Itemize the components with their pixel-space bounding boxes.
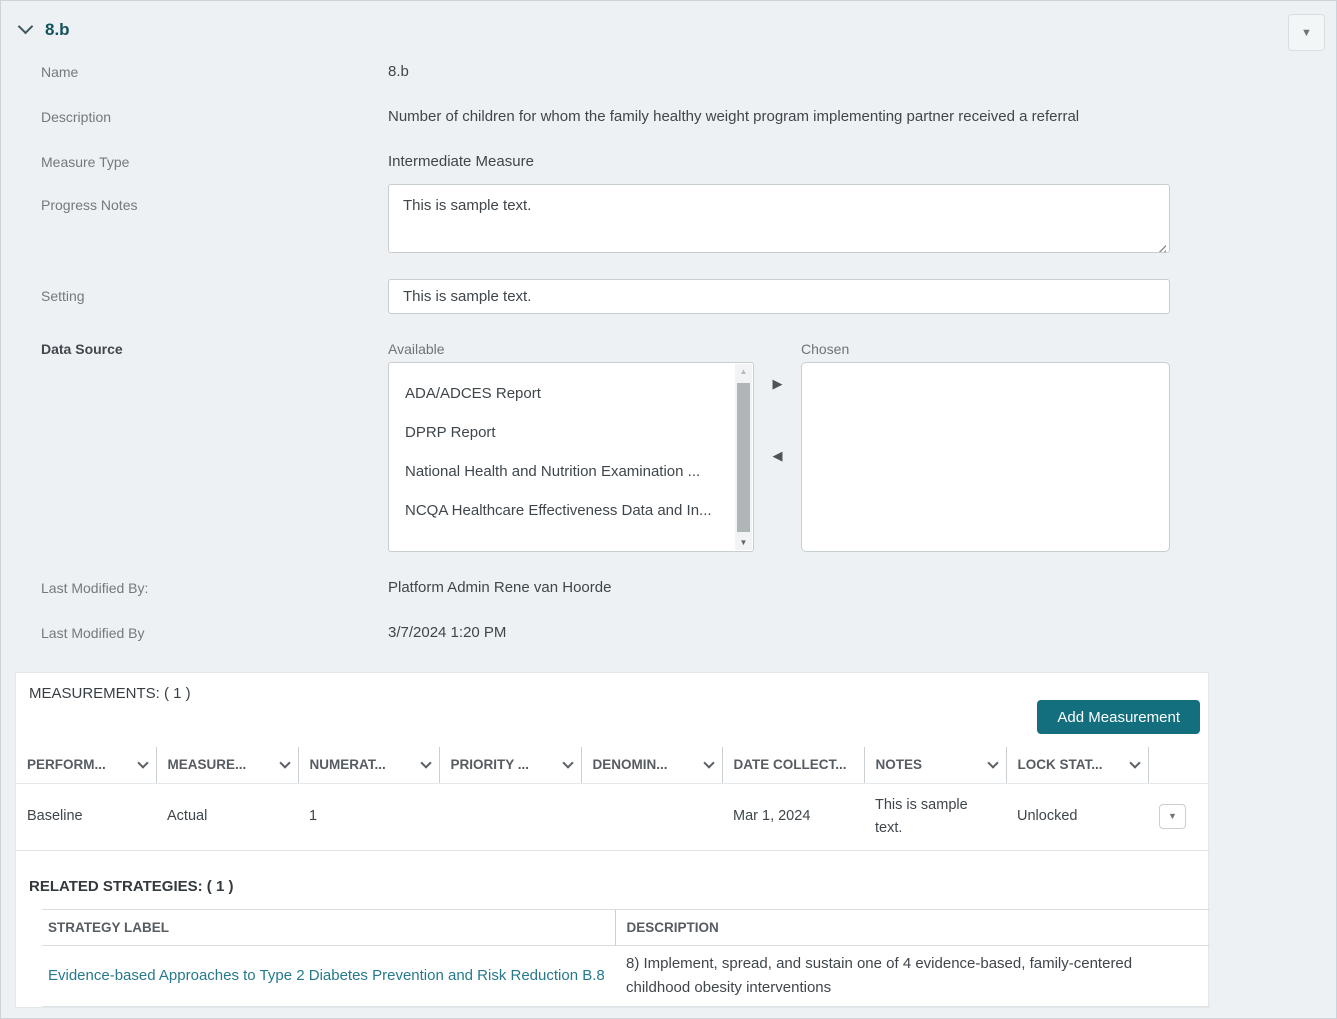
form-row-last-modified-by-name: Last Modified By: Platform Admin Rene va… bbox=[1, 565, 1336, 610]
scrollbar[interactable]: ▲ ▼ bbox=[735, 364, 752, 550]
form-row-description: Description Number of children for whom … bbox=[1, 94, 1336, 139]
chevron-down-icon[interactable] bbox=[137, 757, 148, 768]
cell-date-collected: Mar 1, 2024 bbox=[722, 783, 864, 850]
cell-notes: This is sample text. bbox=[864, 783, 1006, 850]
related-strategies-header-row: STRATEGY LABEL DESCRIPTION bbox=[42, 909, 1210, 945]
available-label: Available bbox=[388, 341, 754, 357]
column-header-actions bbox=[1148, 747, 1210, 783]
last-modified-by-name-label: Last Modified By: bbox=[1, 580, 388, 596]
table-row: Evidence-based Approaches to Type 2 Diab… bbox=[42, 945, 1210, 1006]
chevron-down-icon[interactable] bbox=[703, 757, 714, 768]
cell-strategy-description: 8) Implement, spread, and sustain one of… bbox=[615, 945, 1210, 1006]
table-row: Baseline Actual 1 Mar 1, 2024 This is sa… bbox=[16, 783, 1210, 850]
cell-lock-status: Unlocked bbox=[1006, 783, 1148, 850]
chevron-down-icon[interactable] bbox=[279, 757, 290, 768]
measurements-panel: MEASUREMENTS: ( 1 ) Add Measurement PERF… bbox=[15, 672, 1209, 1008]
last-modified-by-name-value: Platform Admin Rene van Hoorde bbox=[388, 579, 1170, 596]
chevron-down-icon[interactable] bbox=[987, 757, 998, 768]
list-item[interactable]: DPRP Report bbox=[389, 413, 753, 452]
chevron-down-icon[interactable] bbox=[18, 19, 34, 35]
measure-type-label: Measure Type bbox=[1, 154, 388, 170]
form-row-setting: Setting bbox=[1, 279, 1336, 314]
chevron-down-icon[interactable] bbox=[1129, 757, 1140, 768]
last-modified-by-date-label: Last Modified By bbox=[1, 625, 388, 641]
measure-detail-form: Name 8.b Description Number of children … bbox=[1, 49, 1336, 655]
measurements-header-row: PERFORM... MEASURE... NUMERAT... PRIORIT… bbox=[16, 747, 1210, 783]
form-row-progress-notes: Progress Notes This is sample text. bbox=[1, 184, 1336, 258]
section-header: 8.b bbox=[1, 1, 1336, 41]
description-label: Description bbox=[1, 109, 388, 125]
caret-down-icon: ▼ bbox=[1168, 810, 1177, 824]
chosen-listbox[interactable] bbox=[801, 362, 1170, 552]
scrollbar-thumb[interactable] bbox=[737, 383, 750, 532]
scroll-up-icon[interactable]: ▲ bbox=[735, 367, 752, 376]
progress-notes-textarea[interactable]: This is sample text. bbox=[388, 184, 1170, 253]
cell-performance: Baseline bbox=[16, 783, 156, 850]
setting-label: Setting bbox=[1, 279, 388, 304]
caret-down-icon: ▼ bbox=[1301, 27, 1312, 39]
setting-input[interactable] bbox=[388, 279, 1170, 314]
column-header-denominator[interactable]: DENOMIN... bbox=[581, 747, 722, 783]
measurements-table: PERFORM... MEASURE... NUMERAT... PRIORIT… bbox=[16, 747, 1210, 851]
name-label: Name bbox=[1, 64, 388, 80]
progress-notes-label: Progress Notes bbox=[1, 184, 388, 213]
form-row-measure-type: Measure Type Intermediate Measure bbox=[1, 139, 1336, 184]
cell-denominator bbox=[581, 783, 722, 850]
form-row-name: Name 8.b bbox=[1, 49, 1336, 94]
last-modified-by-date-value: 3/7/2024 1:20 PM bbox=[388, 624, 1170, 641]
add-measurement-button[interactable]: Add Measurement bbox=[1037, 700, 1200, 734]
measurements-section-title: MEASUREMENTS: ( 1 ) bbox=[16, 673, 1208, 702]
chosen-label: Chosen bbox=[801, 341, 1170, 357]
column-header-description: DESCRIPTION bbox=[615, 909, 1210, 945]
column-header-date-collected[interactable]: DATE COLLECT... bbox=[722, 747, 864, 783]
column-header-strategy-label: STRATEGY LABEL bbox=[42, 909, 615, 945]
column-header-measure[interactable]: MEASURE... bbox=[156, 747, 298, 783]
related-strategies-table: STRATEGY LABEL DESCRIPTION Evidence-base… bbox=[42, 909, 1210, 1007]
list-item[interactable]: National Health and Nutrition Examinatio… bbox=[389, 452, 753, 491]
header-menu-button[interactable]: ▼ bbox=[1288, 14, 1325, 51]
form-row-data-source: Data Source Available ADA/ADCES Report D… bbox=[1, 341, 1336, 552]
cell-numerator: 1 bbox=[298, 783, 439, 850]
page-title: 8.b bbox=[45, 20, 70, 40]
strategy-link[interactable]: Evidence-based Approaches to Type 2 Diab… bbox=[48, 967, 605, 984]
description-value: Number of children for whom the family h… bbox=[388, 108, 1170, 125]
cell-priority bbox=[439, 783, 581, 850]
measure-type-value: Intermediate Measure bbox=[388, 153, 1170, 170]
column-header-performance[interactable]: PERFORM... bbox=[16, 747, 156, 783]
related-strategies-section-title: RELATED STRATEGIES: ( 1 ) bbox=[16, 851, 1208, 895]
available-listbox[interactable]: ADA/ADCES Report DPRP Report National He… bbox=[388, 362, 754, 552]
chevron-down-icon[interactable] bbox=[562, 757, 573, 768]
list-item[interactable]: ADA/ADCES Report bbox=[389, 374, 753, 413]
row-menu-button[interactable]: ▼ bbox=[1159, 804, 1186, 829]
cell-measure: Actual bbox=[156, 783, 298, 850]
column-header-lock-status[interactable]: LOCK STAT... bbox=[1006, 747, 1148, 783]
column-header-notes[interactable]: NOTES bbox=[864, 747, 1006, 783]
list-item[interactable]: NCQA Healthcare Effectiveness Data and I… bbox=[389, 491, 753, 530]
move-left-icon[interactable]: ◀ bbox=[773, 449, 783, 462]
data-source-label: Data Source bbox=[1, 341, 388, 357]
name-value: 8.b bbox=[388, 63, 1170, 80]
form-row-last-modified-by-date: Last Modified By 3/7/2024 1:20 PM bbox=[1, 610, 1336, 655]
column-header-priority[interactable]: PRIORITY ... bbox=[439, 747, 581, 783]
move-right-icon[interactable]: ▶ bbox=[773, 377, 783, 390]
scroll-down-icon[interactable]: ▼ bbox=[735, 538, 752, 547]
column-header-numerator[interactable]: NUMERAT... bbox=[298, 747, 439, 783]
data-source-duallist: Available ADA/ADCES Report DPRP Report N… bbox=[388, 341, 1170, 552]
chevron-down-icon[interactable] bbox=[420, 757, 431, 768]
